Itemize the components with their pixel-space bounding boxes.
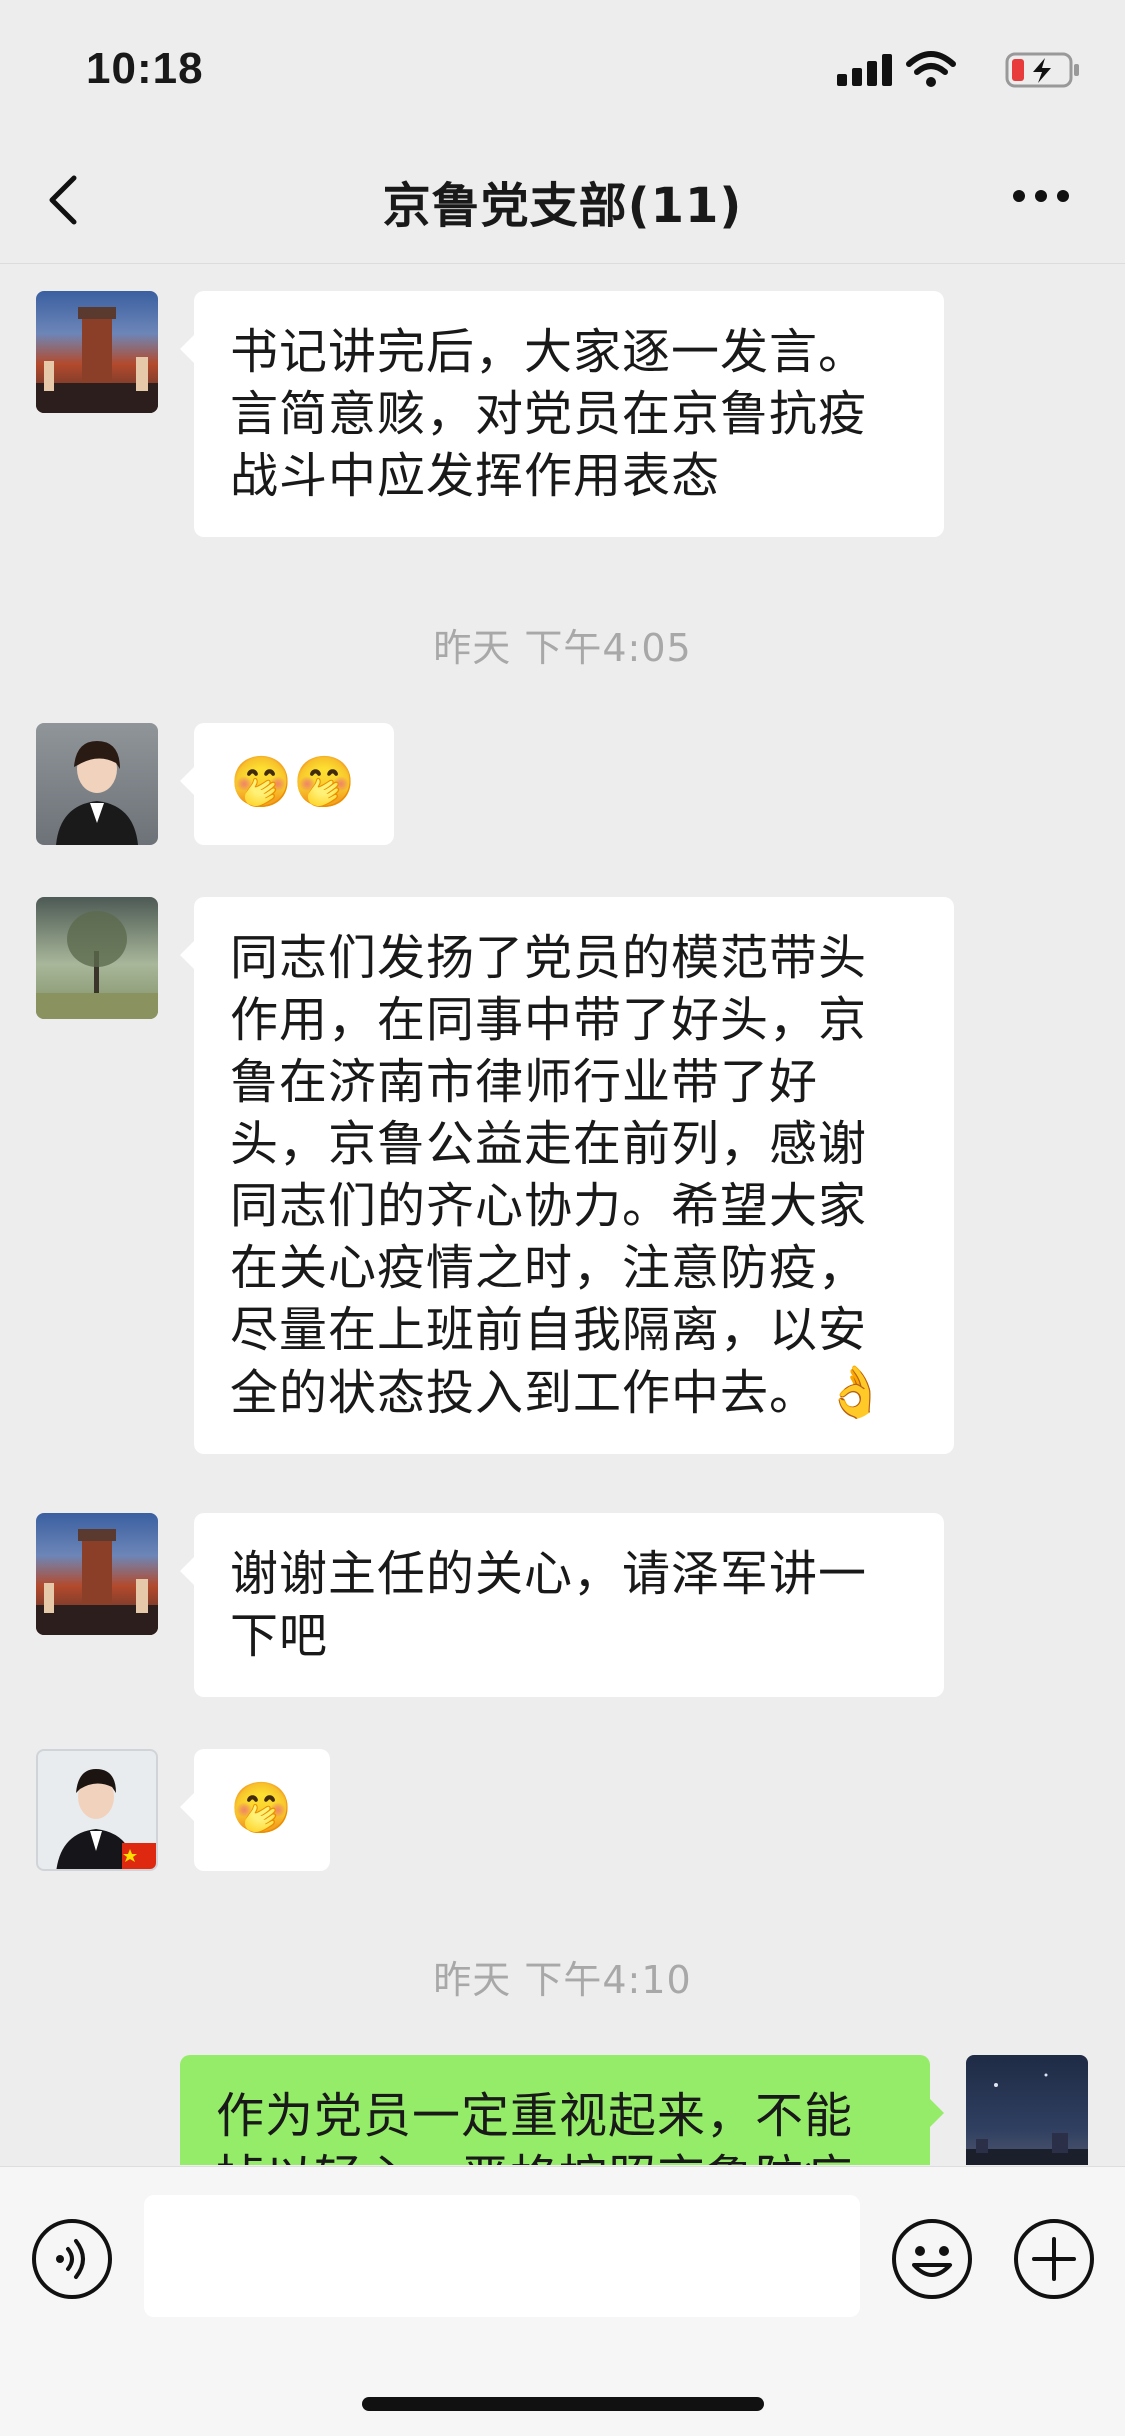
message-line: 言简意赅，对党员在京鲁抗疫: [230, 386, 868, 442]
wifi-icon: [906, 51, 956, 87]
avatar[interactable]: [36, 1749, 158, 1871]
night-city-avatar-image: [966, 2073, 1088, 2165]
message-line: 书记讲完后，大家逐一发言。: [230, 324, 868, 380]
more-icon[interactable]: [1013, 190, 1069, 204]
message-bubble[interactable]: 同志们发扬了党员的模范带头 作用，在同事中带了好头，京 鲁在济南市律师行业带了好…: [180, 897, 954, 1454]
message-line: 同志们发扬了党员的模范带头: [230, 930, 868, 986]
emoji: 🤭: [230, 753, 294, 811]
message-bubble[interactable]: 书记讲完后，大家逐一发言。 言简意赅，对党员在京鲁抗疫 战斗中应发挥作用表态: [180, 291, 944, 537]
message-line: 同志们的齐心协力。希望大家: [230, 1178, 868, 1234]
message-line: 全的状态投入到工作中去。 👌: [230, 1361, 918, 1424]
message-bubble[interactable]: 谢谢主任的关心，请泽军讲一 下吧: [180, 1513, 944, 1697]
input-bar: [0, 2166, 1125, 2436]
tower-avatar-image: [36, 1529, 158, 1635]
message-line: 战斗中应发挥作用表态: [230, 448, 721, 504]
message-line: 作为党员一定重视起来，不能: [216, 2088, 854, 2144]
avatar[interactable]: [966, 2055, 1088, 2165]
navigation-bar: 京鲁党支部(11): [0, 132, 1125, 264]
chat-message-list[interactable]: 书记讲完后，大家逐一发言。 言简意赅，对党员在京鲁抗疫 战斗中应发挥作用表态 昨…: [0, 265, 1125, 2165]
message-line: 作用，在同事中带了好头，京: [230, 992, 868, 1048]
timestamp: 昨天 下午4:05: [433, 626, 692, 670]
status-icons: [821, 50, 1081, 90]
message-line: 头，京鲁公益走在前列，感谢: [230, 1116, 868, 1172]
message-bubble[interactable]: 🤭🤭: [180, 723, 394, 845]
message-line: 在关心疫情之时，注意防疫，: [230, 1240, 868, 1296]
battery-icon: [1005, 52, 1079, 88]
message-line-text: 全的状态投入到工作中去。: [230, 1365, 819, 1421]
plus-icon[interactable]: [1012, 2217, 1096, 2301]
message-line: 谢谢主任的关心，请泽军讲一: [230, 1546, 868, 1602]
home-indicator[interactable]: [362, 2397, 764, 2411]
message-line: 掉以轻心，严格按照京鲁防疫: [216, 2147, 894, 2165]
avatar[interactable]: [36, 1513, 158, 1635]
status-time: 10:18: [86, 44, 204, 93]
message-bubble[interactable]: 🤭: [180, 1749, 330, 1871]
emoji: 👌: [824, 1363, 888, 1421]
chat-title: 京鲁党支部(11): [382, 178, 743, 234]
voice-icon[interactable]: [30, 2217, 114, 2301]
emoji-icon[interactable]: [890, 2217, 974, 2301]
message-input[interactable]: [144, 2195, 860, 2317]
avatar[interactable]: [36, 897, 158, 1019]
portrait-avatar-image: [56, 741, 138, 845]
message-line: 下吧: [230, 1608, 329, 1664]
tree-avatar-image: [36, 911, 158, 1019]
avatar[interactable]: [36, 723, 158, 845]
status-bar: 10:18: [0, 0, 1125, 132]
emoji: 🤭: [230, 1779, 294, 1837]
message-bubble-self[interactable]: 作为党员一定重视起来，不能 掉以轻心，严格按照京鲁防疫: [180, 2055, 944, 2165]
signal-icon: [837, 54, 893, 86]
emoji: 🤭: [293, 753, 357, 811]
avatar[interactable]: [36, 291, 158, 413]
message-line: 尽量在上班前自我隔离，以安: [230, 1302, 868, 1358]
portrait-avatar-image: [56, 1769, 156, 1869]
tower-avatar-image: [36, 307, 158, 413]
message-line: 鲁在济南市律师行业带了好: [230, 1054, 819, 1110]
timestamp: 昨天 下午4:10: [433, 1958, 692, 2002]
